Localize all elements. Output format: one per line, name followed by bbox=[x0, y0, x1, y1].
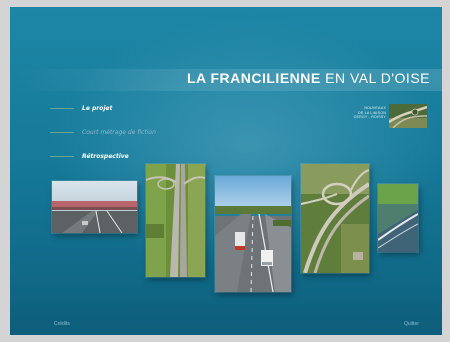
menu-item-retrospective[interactable]: Rétrospective bbox=[50, 149, 156, 164]
logo-line: Cergy - Roissy bbox=[353, 115, 386, 120]
logo-text: Nouveaux de la liaison Cergy - Roissy bbox=[340, 106, 386, 120]
menu-dash bbox=[50, 156, 74, 157]
logo: Nouveaux de la liaison Cergy - Roissy bbox=[340, 104, 428, 129]
title-bold: LA FRANCILIENNE bbox=[186, 70, 321, 86]
credits-link[interactable]: Crédits bbox=[54, 321, 70, 327]
quit-link[interactable]: Quitter bbox=[404, 321, 419, 327]
highway-tollgate-photo-icon bbox=[52, 181, 137, 233]
highway-interchange-aerial-photo-icon bbox=[301, 164, 369, 273]
menu-item-court-metrage[interactable]: Court métrage de fiction bbox=[50, 125, 156, 140]
photo-highway-curve[interactable] bbox=[378, 184, 418, 252]
title-light: EN VAL D'OISE bbox=[320, 70, 430, 86]
menu-item-le-projet[interactable]: Le projet bbox=[50, 101, 156, 116]
menu-dash bbox=[50, 108, 74, 109]
highway-curve-photo-icon bbox=[378, 184, 418, 252]
photo-highway-aerial-vertical[interactable] bbox=[146, 164, 205, 277]
menu-dash bbox=[50, 132, 74, 133]
menu-item-label: Rétrospective bbox=[82, 153, 129, 160]
menu-item-label: Le projet bbox=[82, 105, 113, 112]
menu-item-label: Court métrage de fiction bbox=[82, 129, 156, 136]
photo-highway-tollgate[interactable] bbox=[52, 181, 137, 233]
highway-aerial-vertical-photo-icon bbox=[146, 164, 205, 277]
logo-aerial-thumbnail-icon bbox=[388, 104, 428, 129]
presentation-stage: LA FRANCILIENNE EN VAL D'OISE Le projet … bbox=[10, 7, 442, 335]
page-title: LA FRANCILIENNE EN VAL D'OISE bbox=[187, 70, 430, 86]
photo-highway-trucks[interactable] bbox=[215, 176, 291, 292]
highway-trucks-photo-icon bbox=[215, 176, 291, 292]
main-menu: Le projet Court métrage de fiction Rétro… bbox=[50, 101, 156, 173]
photo-highway-interchange-aerial[interactable] bbox=[301, 164, 369, 273]
